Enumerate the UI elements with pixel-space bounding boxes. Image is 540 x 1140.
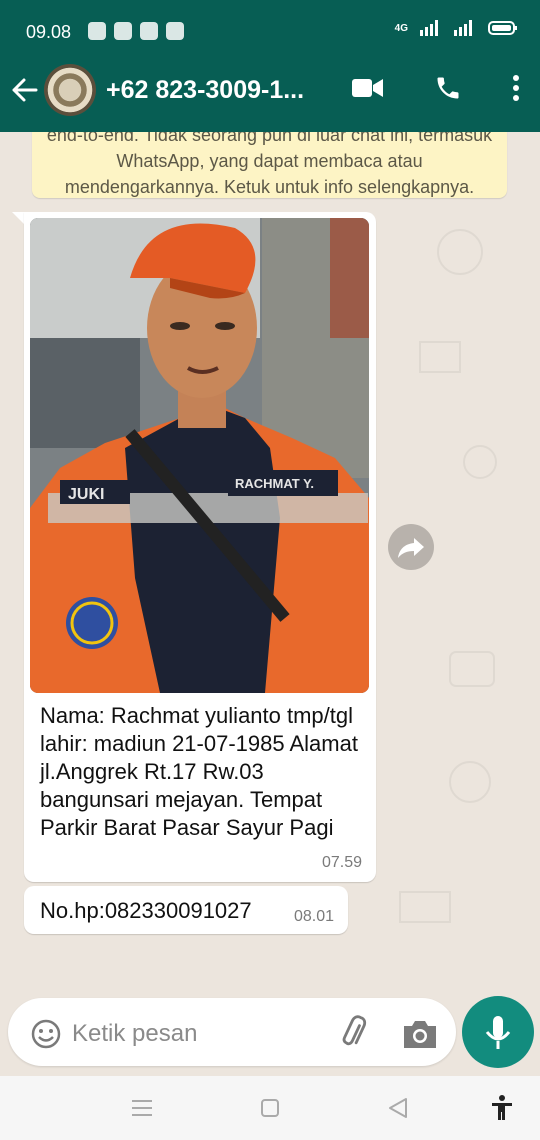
header-actions [352,74,520,102]
incoming-photo-message[interactable]: JUKI RACHMAT Y. Nama: Rachmat yulianto t… [24,212,376,882]
status-bar: 09.08 4G [0,0,540,48]
message-timestamp: 07.59 [321,854,362,871]
system-icons: 4G [395,20,518,36]
message-composer [0,992,540,1076]
notification-app-icon [114,22,132,40]
accessibility-icon[interactable] [488,1094,516,1122]
signal-icon [420,20,438,36]
message-text: No.hp:082330091027 [40,898,252,923]
video-call-icon[interactable] [352,77,384,99]
message-input[interactable] [72,1018,322,1050]
back-nav-icon[interactable] [384,1096,412,1120]
network-type: 4G [394,22,408,34]
emoji-icon[interactable] [30,1018,62,1050]
notification-app-icon [166,22,184,40]
encryption-notice[interactable]: end-to-end. Tidak seorang pun di luar ch… [32,132,507,198]
message-timestamp: 08.01 [293,908,334,925]
back-arrow-icon[interactable] [8,72,40,108]
microphone-icon [485,1016,511,1049]
camera-icon[interactable] [400,1016,440,1052]
message-photo[interactable]: JUKI RACHMAT Y. [30,218,369,693]
message-caption: Nama: Rachmat yulianto tmp/tgl lahir: ma… [40,703,358,840]
menu-nav-icon[interactable] [128,1096,156,1120]
photo-patch-text: JUKI [68,486,104,503]
home-nav-icon[interactable] [256,1096,284,1120]
notification-app-icon [140,22,158,40]
more-options-icon[interactable] [512,74,520,102]
voice-record-button[interactable] [462,996,534,1068]
notification-app-icon [88,22,106,40]
forward-arrow-icon [398,538,424,558]
contact-avatar[interactable] [44,64,96,116]
person-photo: JUKI RACHMAT Y. [30,218,369,693]
composer-pill [8,998,456,1066]
forward-button[interactable] [388,524,434,570]
signal-icon [454,20,472,36]
system-navigation-bar [0,1076,540,1140]
chat-area[interactable]: end-to-end. Tidak seorang pun di luar ch… [0,132,540,992]
chat-header: +62 823-3009-1... [0,48,540,132]
clock: 09.08 [26,22,72,42]
contact-name[interactable]: +62 823-3009-1... [106,76,304,105]
attach-icon[interactable] [334,1014,374,1054]
battery-icon [488,21,517,35]
photo-patch-text: RACHMAT Y. [235,476,314,491]
notification-icons [88,22,184,40]
incoming-text-message[interactable]: No.hp:082330091027 08.01 [24,886,348,934]
voice-call-icon[interactable] [434,74,462,102]
